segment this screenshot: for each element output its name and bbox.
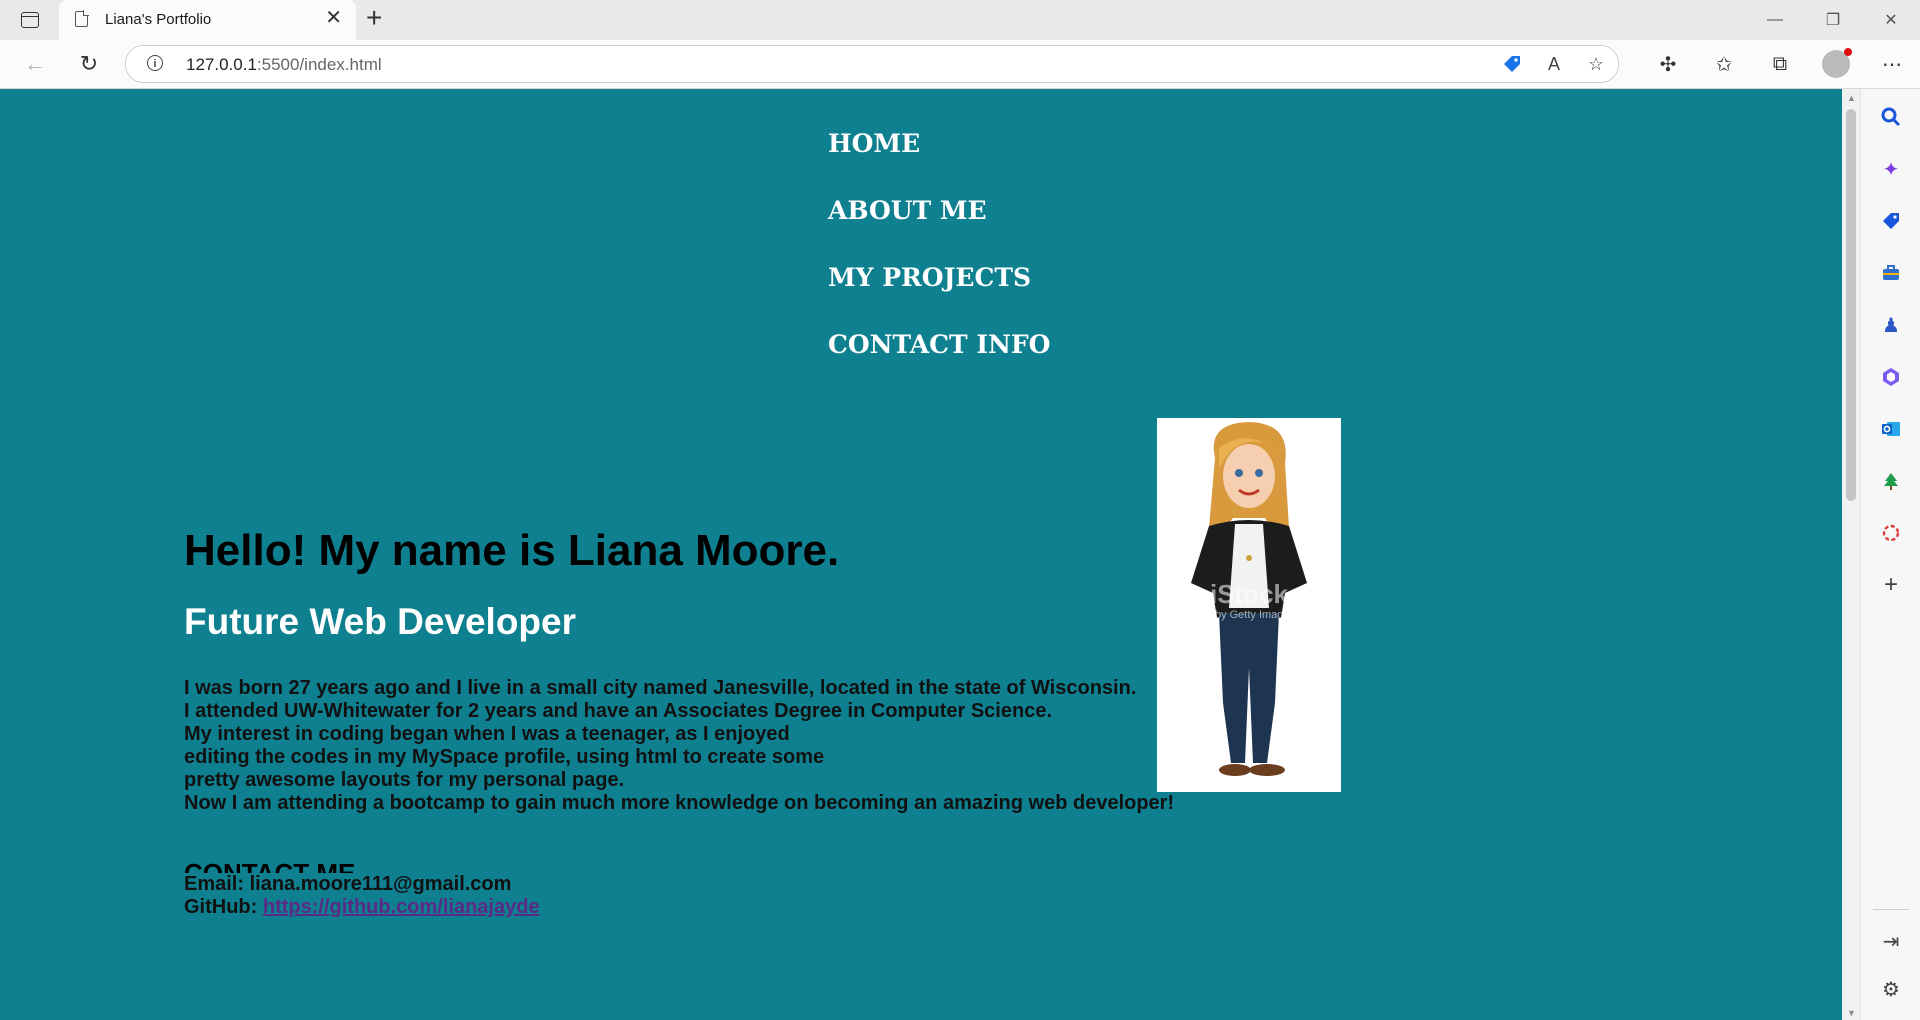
bio-line: My interest in coding began when I was a… xyxy=(184,723,790,745)
scroll-up-icon[interactable]: ▲ xyxy=(1847,93,1856,103)
shopping-tag-icon[interactable] xyxy=(1500,52,1524,76)
address-toolbar: ← ↻ i 127.0.0.1:5500/index.html A ☆ ✣ ✩ … xyxy=(0,40,1920,89)
bio-paragraph: I was born 27 years ago and I live in a … xyxy=(184,677,1174,815)
extensions-icon[interactable]: ✣ xyxy=(1640,48,1696,80)
contact-heading: CONTACT ME xyxy=(184,859,355,873)
reload-button[interactable]: ↻ xyxy=(74,50,104,78)
read-aloud-icon[interactable]: A xyxy=(1542,52,1566,76)
favorites-icon[interactable]: ✩ xyxy=(1696,48,1752,80)
page-scrollbar[interactable]: ▲ ▼ xyxy=(1842,89,1860,1020)
url-text[interactable]: 127.0.0.1:5500/index.html xyxy=(186,55,382,75)
sidebar-divider xyxy=(1873,909,1909,910)
intro-subheading: Future Web Developer xyxy=(184,601,577,642)
tab-portfolio[interactable]: Liana's Portfolio ✕ xyxy=(59,0,356,40)
toolbar-right: ✣ ✩ ⧉ ⋯ xyxy=(1640,48,1920,80)
microsoft365-icon[interactable] xyxy=(1879,365,1903,389)
games-icon[interactable]: ♟ xyxy=(1879,313,1903,337)
settings-icon[interactable]: ⚙ xyxy=(1879,977,1903,1001)
edge-sidebar: ✦ ♟ + ⇥ ⚙ xyxy=(1860,89,1920,1020)
minimize-button[interactable]: — xyxy=(1746,0,1804,40)
tab-close-icon[interactable]: ✕ xyxy=(325,8,342,28)
scroll-thumb[interactable] xyxy=(1846,109,1856,501)
tab-strip: Liana's Portfolio ✕ + — ❐ ✕ xyxy=(0,0,1920,40)
watermark-text: iStock xyxy=(1210,579,1289,609)
new-tab-button[interactable]: + xyxy=(366,4,382,32)
tab-title: Liana's Portfolio xyxy=(105,11,212,28)
bio-line: I attended UW-Whitewater for 2 years and… xyxy=(184,700,1052,722)
close-window-button[interactable]: ✕ xyxy=(1862,0,1920,40)
bio-line: pretty awesome layouts for my personal p… xyxy=(184,769,625,791)
bio-line: I was born 27 years ago and I live in a … xyxy=(184,677,1137,699)
contact-section: Email: liana.moore111@gmail.com GitHub: … xyxy=(184,873,540,919)
window-controls: — ❐ ✕ xyxy=(1746,0,1920,40)
nav-home-link[interactable]: HOME xyxy=(828,129,1050,196)
url-host: 127.0.0.1 xyxy=(186,55,257,74)
tab-actions-icon[interactable] xyxy=(14,8,46,32)
github-label: GitHub: xyxy=(184,896,258,918)
browser-window: Liana's Portfolio ✕ + — ❐ ✕ ← ↻ i 127.0.… xyxy=(0,0,1920,1020)
github-link[interactable]: https://github.com/lianajayde xyxy=(263,896,540,918)
outlook-icon[interactable] xyxy=(1879,417,1903,441)
address-bar[interactable]: i 127.0.0.1:5500/index.html A ☆ xyxy=(125,45,1619,83)
nav-projects-link[interactable]: MY PROJECTS xyxy=(828,263,1050,330)
nav-about-link[interactable]: ABOUT ME xyxy=(828,196,1050,263)
more-menu-icon[interactable]: ⋯ xyxy=(1864,48,1920,80)
main-nav: HOME ABOUT ME MY PROJECTS CONTACT INFO xyxy=(828,129,1050,397)
email-row: Email: liana.moore111@gmail.com xyxy=(184,873,540,896)
nav-contact-link[interactable]: CONTACT INFO xyxy=(828,330,1050,397)
profile-avatar[interactable] xyxy=(1822,48,1852,78)
collections-icon[interactable]: ⧉ xyxy=(1752,48,1808,80)
email-label: Email: xyxy=(184,873,245,895)
page-icon xyxy=(75,10,89,27)
shopping-icon[interactable] xyxy=(1879,209,1903,233)
page-viewport: HOME ABOUT ME MY PROJECTS CONTACT INFO i… xyxy=(0,89,1842,1020)
add-sidebar-app-icon[interactable]: + xyxy=(1879,571,1903,598)
hide-sidebar-icon[interactable]: ⇥ xyxy=(1879,929,1903,953)
scroll-down-icon[interactable]: ▼ xyxy=(1847,1008,1856,1018)
drop-icon[interactable] xyxy=(1879,521,1903,545)
site-info-icon[interactable]: i xyxy=(147,55,163,71)
copilot-icon[interactable]: ✦ xyxy=(1879,157,1903,181)
search-icon[interactable] xyxy=(1879,105,1903,129)
url-path: :5500/index.html xyxy=(256,55,382,74)
back-button[interactable]: ← xyxy=(20,50,50,78)
intro-heading: Hello! My name is Liana Moore. xyxy=(184,526,840,575)
watermark-subtext: by Getty Images xyxy=(1215,609,1296,621)
bio-line: editing the codes in my MySpace profile,… xyxy=(184,746,825,768)
address-bar-actions: A ☆ xyxy=(1500,52,1608,76)
github-row: GitHub: https://github.com/lianajayde xyxy=(184,896,540,919)
bio-line: Now I am attending a bootcamp to gain mu… xyxy=(184,792,1175,814)
add-favorite-icon[interactable]: ☆ xyxy=(1584,52,1608,76)
maximize-button[interactable]: ❐ xyxy=(1804,0,1862,40)
tree-icon[interactable] xyxy=(1879,469,1903,493)
tools-icon[interactable] xyxy=(1879,261,1903,285)
profile-illustration: iStock by Getty Images xyxy=(1157,418,1341,792)
email-value: liana.moore111@gmail.com xyxy=(249,873,512,895)
